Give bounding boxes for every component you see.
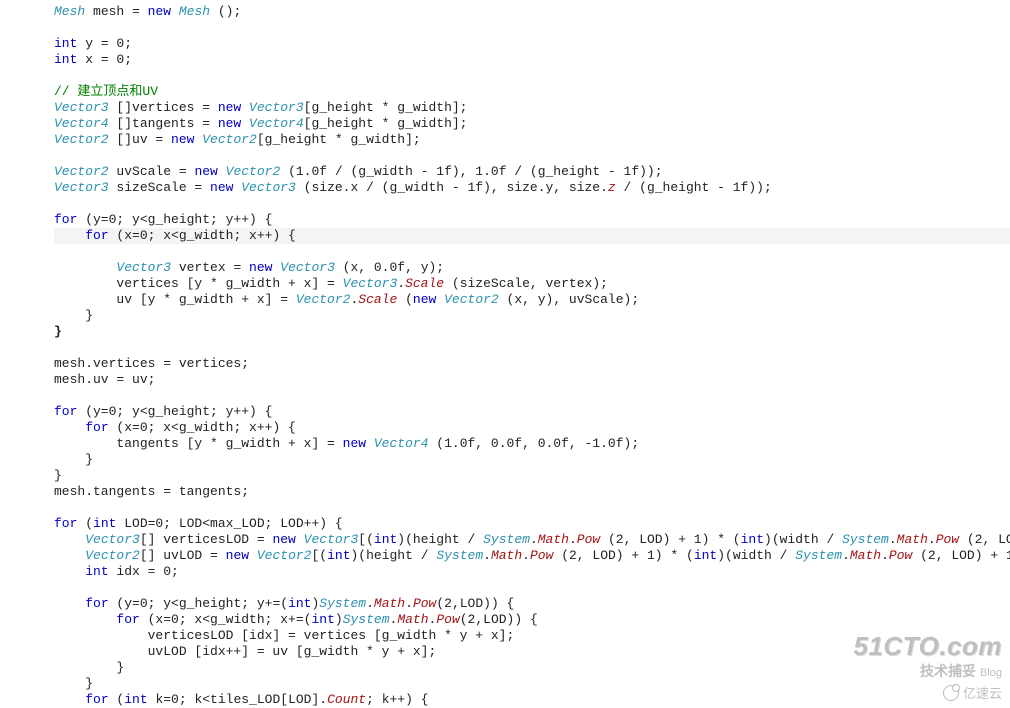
code-listing: Mesh mesh = new Mesh (); int y = 0; int … (0, 0, 1010, 708)
